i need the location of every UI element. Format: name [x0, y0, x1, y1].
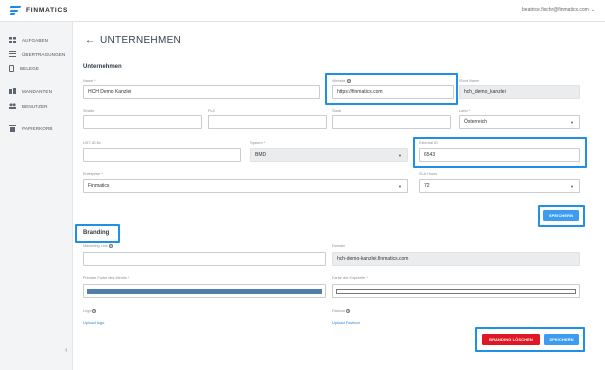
- external-id-highlight: [413, 137, 587, 168]
- sidebar-item-uebertragungen[interactable]: ÜBERTRAGUNGEN: [9, 51, 65, 57]
- caret-down-icon: ▼: [398, 184, 402, 189]
- strasse-field[interactable]: [83, 115, 202, 129]
- land-value: Österreich: [464, 119, 488, 125]
- short-name-value: hch_demo_kanzlei: [464, 89, 506, 95]
- sidebar-item-label: BENUTZER: [22, 103, 48, 109]
- grid-icon: [9, 37, 16, 43]
- domain-label: Domain: [332, 244, 346, 248]
- info-icon[interactable]: ?: [92, 309, 97, 313]
- favicon-label: Favicon?: [332, 309, 351, 313]
- primary-color-label: Primäre Farbe des Menüs *: [83, 276, 130, 280]
- logo-label: Logo?: [83, 309, 97, 313]
- caret-down-icon: ▼: [570, 184, 574, 189]
- stadt-label: Stadt: [332, 109, 341, 113]
- page-title: UNTERNEHMEN: [100, 35, 182, 46]
- system-select: BMD ▼: [250, 148, 408, 162]
- header-color-swatch: [336, 289, 576, 294]
- domain-field: hch-demo-kanzlei.finmatics.com: [332, 252, 580, 266]
- marketing-link-label-text: Marketing Link: [83, 244, 108, 248]
- top-bar: FINMATICS beatrice.fischr@finmatics.com …: [0, 0, 605, 22]
- ust-field[interactable]: [83, 148, 241, 162]
- short-name-label: Short Name: [459, 79, 480, 83]
- caret-down-icon: ▼: [570, 120, 574, 125]
- name-value: HCH Demo Kanzlei: [88, 89, 132, 95]
- primary-color-swatch: [87, 289, 322, 294]
- short-name-field: hch_demo_kanzlei: [459, 85, 580, 99]
- caret-down-icon: ▼: [398, 153, 402, 158]
- upload-logo-link[interactable]: Upload logo: [83, 320, 104, 325]
- plz-field[interactable]: [208, 115, 327, 129]
- stadt-field[interactable]: [332, 115, 451, 129]
- users-icon: [9, 103, 16, 109]
- sidebar-item-aufgaben[interactable]: AUFGABEN: [9, 37, 48, 43]
- marketing-link-label: Marketing Link?: [83, 244, 113, 248]
- website-highlight: [325, 73, 458, 105]
- name-label: Name *: [83, 79, 96, 83]
- plz-label: PLZ: [208, 109, 215, 113]
- header-color-picker[interactable]: [332, 284, 580, 298]
- primary-color-picker[interactable]: [83, 284, 326, 298]
- sidebar-item-mandanten[interactable]: MANDANTEN: [9, 88, 52, 94]
- system-label: System *: [250, 141, 266, 145]
- sidebar-item-label: ÜBERTRAGUNGEN: [22, 51, 66, 57]
- header-color-label: Farbe der Kopfzeile *: [332, 276, 368, 280]
- branding-highlight: [75, 224, 120, 243]
- logo-text: FINMATICS: [26, 7, 69, 14]
- list-icon: [9, 51, 16, 57]
- enterprise-select[interactable]: Finmatics ▼: [83, 179, 408, 193]
- enterprise-label: Enterprise *: [83, 172, 103, 176]
- sidebar-item-label: BELEGE: [20, 66, 39, 71]
- sidebar-item-belege[interactable]: BELEGE: [9, 65, 39, 72]
- upload-favicon-link[interactable]: Upload Favicon: [332, 320, 360, 325]
- save-company-highlight: [538, 205, 585, 227]
- favicon-label-text: Favicon: [332, 309, 346, 313]
- info-icon[interactable]: ?: [108, 244, 113, 248]
- logo-label-text: Logo: [83, 309, 92, 313]
- ust-label: UST-ID-Nr.: [83, 141, 102, 145]
- user-menu[interactable]: beatrice.fischr@finmatics.com ⌄: [522, 7, 595, 13]
- finmatics-logo[interactable]: FINMATICS: [9, 6, 69, 15]
- sla-hours-select[interactable]: 72 ▼: [419, 179, 580, 193]
- sla-hours-label: SLA Hours: [419, 172, 438, 176]
- enterprise-value: Finmatics: [88, 183, 110, 189]
- sidebar-item-label: AUFGABEN: [22, 37, 49, 43]
- sla-hours-value: 72: [424, 183, 430, 189]
- sidebar-item-label: MANDANTEN: [22, 88, 52, 94]
- info-icon[interactable]: ?: [346, 309, 351, 313]
- unternehmen-section-title: Unternehmen: [83, 64, 122, 70]
- name-field[interactable]: HCH Demo Kanzlei: [83, 85, 320, 99]
- back-arrow-icon[interactable]: ←: [85, 35, 95, 46]
- trash-icon: [9, 125, 16, 132]
- page-header: ← UNTERNEHMEN: [85, 35, 181, 46]
- main-content: ← UNTERNEHMEN Unternehmen Name * HCH Dem…: [73, 22, 605, 370]
- land-label: Land *: [459, 109, 470, 113]
- user-email: beatrice.fischr@finmatics.com: [522, 7, 589, 13]
- chevron-down-icon: ⌄: [590, 7, 595, 13]
- system-value: BMD: [255, 152, 267, 158]
- building-icon: [9, 88, 16, 94]
- sidebar-item-label: PAPIERKORB: [22, 126, 53, 131]
- collapse-sidebar-button[interactable]: ‹: [65, 347, 67, 354]
- strasse-label: Straße: [83, 109, 95, 113]
- document-icon: [9, 65, 14, 72]
- branding-buttons-highlight: [475, 327, 585, 352]
- sidebar: AUFGABEN ÜBERTRAGUNGEN BELEGE MANDANTEN …: [0, 22, 73, 370]
- land-select[interactable]: Österreich ▼: [459, 115, 580, 129]
- marketing-link-field[interactable]: [83, 252, 326, 266]
- domain-value: hch-demo-kanzlei.finmatics.com: [337, 256, 409, 262]
- sidebar-item-benutzer[interactable]: BENUTZER: [9, 103, 48, 109]
- sidebar-item-papierkorb[interactable]: PAPIERKORB: [9, 125, 53, 132]
- finmatics-logo-icon: [9, 6, 22, 15]
